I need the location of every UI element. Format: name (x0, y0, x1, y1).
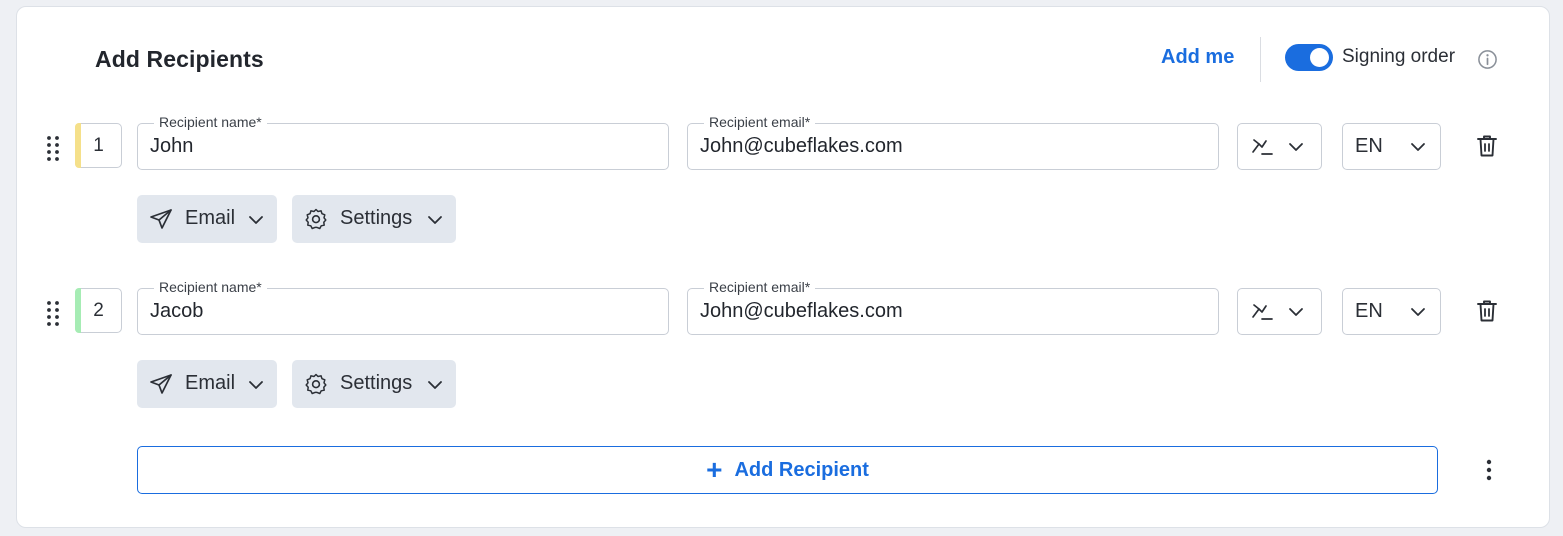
recipient-email-label: Recipient email* (704, 277, 816, 297)
delivery-method-button[interactable]: Email (137, 195, 277, 243)
chevron-down-icon (1289, 143, 1303, 151)
recipient-email-label: Recipient email* (704, 112, 816, 132)
gear-icon (305, 208, 327, 230)
info-icon[interactable] (1477, 49, 1498, 70)
chevron-down-icon (428, 381, 442, 389)
chevron-down-icon (428, 216, 442, 224)
order-stripe (75, 123, 81, 168)
recipient-order-box[interactable]: 1 (75, 123, 122, 168)
recipient-email-field[interactable]: Recipient email* John@cubeflakes.com (687, 112, 1219, 170)
order-stripe (75, 288, 81, 333)
recipient-order-box[interactable]: 2 (75, 288, 122, 333)
recipient-name-field[interactable]: Recipient name* Jacob (137, 277, 669, 335)
chevron-down-icon (1411, 143, 1425, 151)
recipient-name-value: John (150, 135, 194, 157)
send-icon (150, 209, 172, 229)
delivery-method-label: Email (185, 372, 236, 394)
trash-icon[interactable] (1476, 299, 1498, 323)
language-value: EN (1355, 300, 1383, 322)
recipient-name-label: Recipient name* (154, 112, 267, 132)
toggle-knob (1310, 48, 1329, 67)
role-select[interactable] (1237, 288, 1322, 335)
drag-handle-icon[interactable] (46, 300, 60, 326)
trash-icon[interactable] (1476, 134, 1498, 158)
signature-icon (1252, 139, 1273, 155)
recipient-settings-button[interactable]: Settings (292, 195, 456, 243)
language-value: EN (1355, 135, 1383, 157)
language-select[interactable]: EN (1342, 123, 1441, 170)
send-icon (150, 374, 172, 394)
language-select[interactable]: EN (1342, 288, 1441, 335)
recipient-email-value: John@cubeflakes.com (700, 300, 903, 322)
recipient-settings-label: Settings (340, 372, 413, 394)
delivery-method-label: Email (185, 207, 236, 229)
add-recipient-button[interactable]: + Add Recipient (137, 446, 1438, 494)
drag-handle-icon[interactable] (46, 135, 60, 161)
recipient-name-value: Jacob (150, 300, 204, 322)
chevron-down-icon (1411, 308, 1425, 316)
recipient-email-value: John@cubeflakes.com (700, 135, 903, 157)
recipient-email-field[interactable]: Recipient email* John@cubeflakes.com (687, 277, 1219, 335)
header-divider (1260, 37, 1261, 82)
recipient-order-number: 1 (93, 134, 104, 156)
gear-icon (305, 373, 327, 395)
chevron-down-icon (1289, 308, 1303, 316)
add-recipient-label: Add Recipient (734, 458, 869, 481)
role-select[interactable] (1237, 123, 1322, 170)
recipient-order-number: 2 (93, 299, 104, 321)
chevron-down-icon (249, 216, 263, 224)
plus-icon: + (706, 454, 723, 485)
recipient-name-label: Recipient name* (154, 277, 267, 297)
add-me-link[interactable]: Add me (1161, 46, 1234, 69)
recipient-settings-label: Settings (340, 207, 413, 229)
more-options-icon[interactable] (1479, 458, 1499, 484)
signing-order-toggle[interactable] (1285, 44, 1333, 71)
recipient-settings-button[interactable]: Settings (292, 360, 456, 408)
recipient-name-field[interactable]: Recipient name* John (137, 112, 669, 170)
delivery-method-button[interactable]: Email (137, 360, 277, 408)
signature-icon (1252, 304, 1273, 320)
signing-order-label: Signing order (1342, 46, 1456, 67)
chevron-down-icon (249, 381, 263, 389)
page-title: Add Recipients (95, 46, 264, 72)
